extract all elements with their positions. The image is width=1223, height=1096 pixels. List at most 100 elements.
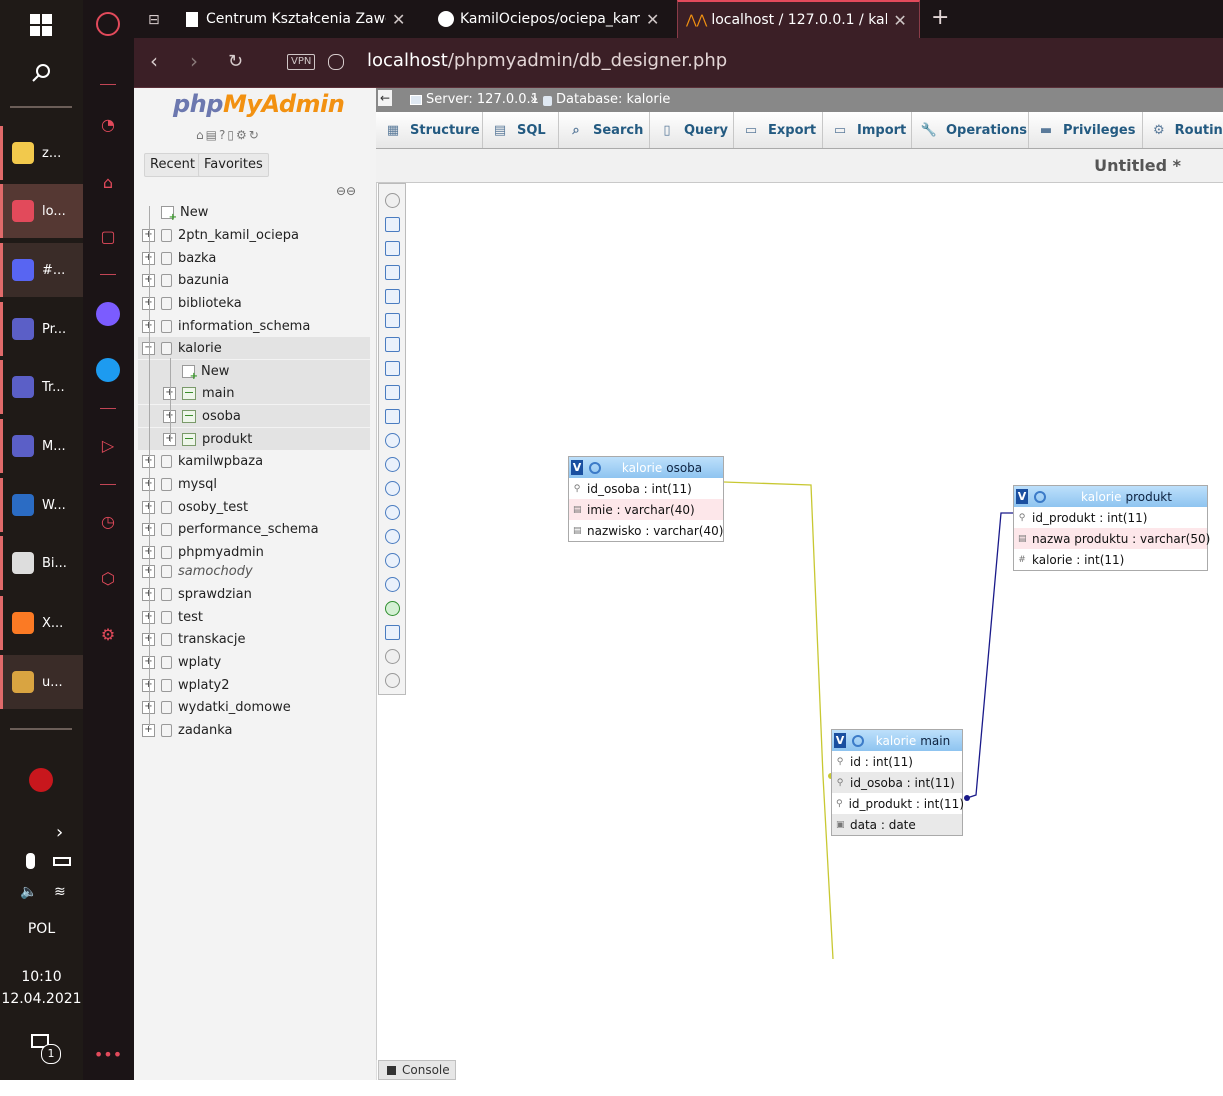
tree-item-biblioteka[interactable]: +biblioteka [138, 292, 370, 314]
tree-item-osoba[interactable]: +osoba [138, 405, 370, 427]
close-icon[interactable]: ✕ [392, 10, 405, 29]
table-column-row[interactable]: # kalorie : int(11) [1014, 549, 1207, 570]
reload-button[interactable]: ↻ [228, 51, 243, 72]
search-icon[interactable] [30, 62, 52, 84]
close-icon[interactable]: ✕ [646, 10, 659, 29]
tree-item-new[interactable]: New [138, 201, 370, 223]
tree-item-produkt[interactable]: +produkt [138, 428, 370, 450]
help-icon[interactable] [385, 457, 400, 472]
angular-links-icon[interactable] [385, 481, 400, 496]
microphone-icon[interactable] [26, 853, 35, 869]
clock-date[interactable]: 12.04.2021 [0, 991, 83, 1007]
tab-structure[interactable]: ▦ Structure [376, 112, 483, 148]
green-toggle-icon[interactable] [385, 601, 400, 616]
tree-item-bazka[interactable]: +bazka [138, 247, 370, 269]
clock-time[interactable]: 10:10 [0, 969, 83, 985]
tree-item-kalorie[interactable]: −kalorie [138, 337, 370, 359]
designer-canvas[interactable] [376, 183, 1223, 1060]
opera-menu-icon[interactable] [96, 12, 120, 36]
recent-button[interactable]: Recent [144, 153, 201, 177]
breadcrumb-database[interactable]: Database: kalorie [556, 92, 670, 107]
save-as-icon[interactable] [385, 337, 400, 352]
toggle-small-big-icon[interactable] [385, 553, 400, 568]
table-column-row[interactable]: ⚲ id_produkt : int(11) [1014, 507, 1207, 528]
table-column-row[interactable]: ▤ imie : varchar(40) [569, 499, 723, 520]
tree-item-performance-schema[interactable]: +performance_schema [138, 518, 370, 540]
designer-table-main[interactable]: Vkalorie main ⚲ id : int(11) ⚲ id_osoba : int… [831, 729, 964, 836]
new-tab-button[interactable]: + [931, 5, 949, 30]
tab-privileges[interactable]: ▬ Privileges [1029, 112, 1143, 148]
tree-item-new[interactable]: New [138, 360, 370, 382]
table-column-row[interactable]: ⚲ id_osoba : int(11) [832, 772, 962, 793]
toggle-toolbar-icon[interactable] [385, 193, 400, 208]
windows-start-icon[interactable] [30, 14, 52, 36]
chevron-right-icon[interactable]: › [56, 822, 63, 843]
designer-table-produkt[interactable]: Vkalorie produkt ⚲ id_produkt : int(11) ▤ naz… [1013, 485, 1210, 571]
wifi-icon[interactable]: ≋ [54, 884, 66, 900]
more-options-icon[interactable]: ••• [94, 1042, 122, 1066]
taskbar-app-9[interactable]: u... [0, 655, 83, 709]
tree-item-wydatki-domowe[interactable]: +wydatki_domowe [138, 696, 370, 718]
tab-localhost-phpmyadmin[interactable]: ⋀⋀ localhost / 127.0.0.1 / kalorie ✕ [677, 0, 920, 38]
tree-item-test[interactable]: +test [138, 606, 370, 628]
table-options-icon[interactable] [852, 734, 864, 747]
table-header[interactable]: Vkalorie main [832, 730, 962, 751]
tree-item-sprawdzian[interactable]: +sprawdzian [138, 583, 370, 605]
logout-icon[interactable]: ▤ [206, 128, 219, 142]
pin-text-icon[interactable] [385, 673, 400, 688]
tree-item-main[interactable]: +main [138, 382, 370, 404]
taskbar-app-4[interactable]: Tr... [0, 360, 83, 414]
tree-item-information-schema[interactable]: +information_schema [138, 315, 370, 337]
snap-grid-icon[interactable] [385, 505, 400, 520]
tree-item-zadanka[interactable]: + zadanka [138, 719, 370, 741]
tree-item-bazunia[interactable]: +bazunia [138, 269, 370, 291]
fullscreen-icon[interactable] [385, 217, 400, 232]
antivirus-tray-icon[interactable] [29, 768, 53, 792]
workspace-icon[interactable]: ⊟ [148, 12, 160, 28]
small-big-icon[interactable] [385, 529, 400, 544]
breadcrumb-server[interactable]: Server: 127.0.0.1 [426, 92, 539, 107]
phpmyadmin-logo[interactable]: phpMyAdmin [173, 90, 345, 118]
relation-line[interactable] [966, 512, 1014, 799]
tree-item-osoby-test[interactable]: +osoby_test [138, 496, 370, 518]
speaker-icon[interactable]: 🔈 [20, 884, 37, 900]
tree-item-samochody[interactable]: +samochody [138, 560, 370, 582]
settings-icon[interactable]: ⚙ [236, 128, 249, 142]
table-column-row[interactable]: ⚲ id_osoba : int(11) [569, 478, 723, 499]
save-page-icon[interactable] [385, 313, 400, 328]
taskbar-app-2[interactable]: #... [0, 243, 83, 297]
tree-item-kamilwpbaza[interactable]: +kamilwpbaza [138, 450, 370, 472]
toggle-columns-icon[interactable]: V [1016, 489, 1028, 504]
table-options-icon[interactable] [1034, 490, 1046, 503]
taskbar-app-0[interactable]: z... [0, 126, 83, 180]
twitch-icon[interactable]: ▢ [96, 224, 120, 248]
home-icon[interactable]: ⌂ [196, 128, 206, 142]
tab-github[interactable]: KamilOciepos/ociepa_kamil ✕ [438, 0, 670, 38]
tab-search[interactable]: ⌕ Search [559, 112, 650, 148]
vpn-badge[interactable]: VPN [287, 54, 316, 70]
reload-icon[interactable] [385, 433, 400, 448]
battery-icon[interactable] [53, 857, 71, 866]
tree-item-2ptn-kamil-ociepa[interactable]: +2ptn_kamil_ociepa [138, 224, 370, 246]
tree-item-mysql[interactable]: +mysql [138, 473, 370, 495]
forward-button[interactable]: › [190, 49, 198, 73]
table-column-row[interactable]: ▤ nazwa produktu : varchar(50) [1014, 528, 1210, 549]
table-column-row[interactable]: ⚲ id_produkt : int(11) [832, 793, 964, 814]
new-page-icon[interactable] [385, 265, 400, 280]
link-with-main-panel-icon[interactable]: ⊖⊖ [336, 184, 356, 198]
export-schema-icon[interactable] [385, 625, 400, 640]
history-icon[interactable]: ◷ [96, 509, 120, 533]
tab-sql[interactable]: ▤ SQL [483, 112, 559, 148]
messenger-icon[interactable] [96, 302, 120, 326]
taskbar-app-7[interactable]: Bi... [0, 536, 83, 590]
tree-item-wplaty[interactable]: +wplaty [138, 651, 370, 673]
table-header[interactable]: Vkalorie osoba [569, 457, 723, 478]
toggle-columns-icon[interactable]: V [571, 460, 583, 475]
tab-centrum-ksztalcenia[interactable]: Centrum Kształcenia Zawodowego ✕ [186, 0, 426, 38]
table-column-row[interactable]: ▣ data : date [832, 814, 962, 835]
language-indicator[interactable]: POL [0, 921, 83, 937]
tab-routines[interactable]: ⚙ Routines [1143, 112, 1223, 148]
create-relation-icon[interactable] [385, 409, 400, 424]
edit-page-icon[interactable] [385, 289, 400, 304]
table-list-icon[interactable] [385, 385, 400, 400]
